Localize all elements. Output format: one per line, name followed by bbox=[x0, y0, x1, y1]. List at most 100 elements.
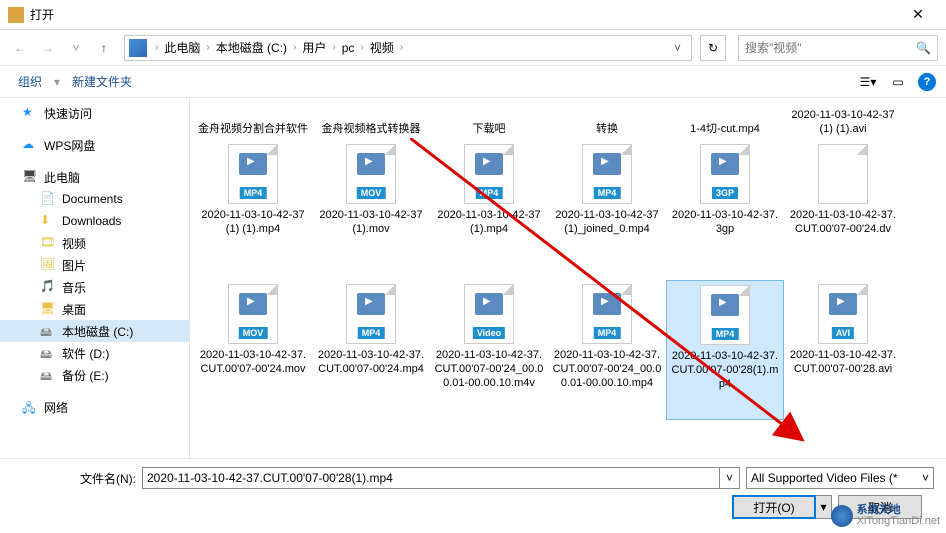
open-button[interactable]: 打开(O) bbox=[732, 495, 816, 519]
file-thumbnail: MP4 bbox=[228, 144, 278, 204]
open-dropdown[interactable]: ▾ bbox=[816, 495, 832, 519]
crumb-users[interactable]: 用户 bbox=[300, 39, 328, 56]
sidebar-network[interactable]: 🖧网络 bbox=[0, 396, 189, 418]
forward-button[interactable]: → bbox=[36, 36, 60, 60]
chevron-right-icon[interactable]: › bbox=[356, 42, 367, 53]
preview-pane-button[interactable]: ▭ bbox=[888, 72, 908, 92]
file-thumbnail: MP4 bbox=[582, 144, 632, 204]
file-item[interactable]: 3GP 2020-11-03-10-42-37.3gp bbox=[666, 140, 784, 280]
sidebar-thispc[interactable]: 🖥 此电脑 bbox=[0, 166, 189, 188]
chevron-right-icon[interactable]: › bbox=[151, 42, 162, 53]
file-item[interactable]: MP4 2020-11-03-10-42-37(1) (1).mp4 bbox=[194, 140, 312, 280]
video-icon bbox=[357, 153, 385, 175]
search-box[interactable]: 🔍 bbox=[738, 35, 938, 61]
file-item[interactable]: MP4 2020-11-03-10-42-37.CUT.00'07-00'28(… bbox=[666, 280, 784, 420]
titlebar: 打开 ✕ bbox=[0, 0, 946, 30]
file-label: 2020-11-03-10-42-37.CUT.00'07-00'28(1).m… bbox=[671, 349, 779, 391]
file-item[interactable]: 下载吧 bbox=[430, 100, 548, 140]
sidebar-label: 此电脑 bbox=[44, 169, 80, 186]
filename-label: 文件名(N): bbox=[12, 470, 142, 487]
location-icon bbox=[129, 39, 147, 57]
newfolder-button[interactable]: 新建文件夹 bbox=[64, 69, 140, 94]
watermark-line2: XiTongTianDi.net bbox=[857, 516, 940, 527]
sidebar-documents[interactable]: 📄Documents bbox=[0, 188, 189, 210]
toolbar-sep: ▾ bbox=[54, 75, 60, 89]
chevron-right-icon[interactable]: › bbox=[328, 42, 339, 53]
file-label: 2020-11-03-10-42-37(1)_joined_0.mp4 bbox=[552, 208, 662, 236]
search-icon[interactable]: 🔍 bbox=[916, 41, 931, 55]
chevron-right-icon[interactable]: › bbox=[396, 42, 407, 53]
file-item[interactable]: MOV 2020-11-03-10-42-37.CUT.00'07-00'24.… bbox=[194, 280, 312, 420]
file-item[interactable]: 金舟视频分割合并软件 bbox=[194, 100, 312, 140]
chevron-right-icon[interactable]: › bbox=[202, 42, 213, 53]
file-item[interactable]: MOV 2020-11-03-10-42-37(1).mov bbox=[312, 140, 430, 280]
app-icon bbox=[8, 7, 24, 23]
file-grid: 金舟视频分割合并软件 金舟视频格式转换器 下载吧 转换 1-4切-cut.mp4… bbox=[194, 100, 942, 420]
file-item[interactable]: 金舟视频格式转换器 bbox=[312, 100, 430, 140]
file-thumbnail: MOV bbox=[346, 144, 396, 204]
sidebar-desktop[interactable]: 🖥桌面 bbox=[0, 298, 189, 320]
filetype-select[interactable]: All Supported Video Files (* ˅ bbox=[746, 467, 934, 489]
sidebar-videos[interactable]: 🎞视频 bbox=[0, 232, 189, 254]
network-icon: 🖧 bbox=[22, 399, 38, 415]
pc-icon: 🖥 bbox=[22, 169, 38, 185]
search-input[interactable] bbox=[745, 41, 916, 55]
video-icon bbox=[239, 153, 267, 175]
filename-input[interactable] bbox=[142, 467, 720, 489]
format-badge: MP4 bbox=[476, 187, 503, 199]
address-bar[interactable]: › 此电脑 › 本地磁盘 (C:) › 用户 › pc › 视频 › ˅ bbox=[124, 35, 692, 61]
file-item[interactable]: MP4 2020-11-03-10-42-37.CUT.00'07-00'24_… bbox=[548, 280, 666, 420]
up-button[interactable]: ↑ bbox=[92, 36, 116, 60]
file-item[interactable]: 2020-11-03-10-42-37.CUT.00'07-00'24.dv bbox=[784, 140, 902, 280]
back-button[interactable]: ← bbox=[8, 36, 32, 60]
format-badge: MP4 bbox=[240, 187, 267, 199]
recent-dropdown[interactable]: ˅ bbox=[64, 36, 88, 60]
view-options-button[interactable]: ☰▾ bbox=[858, 72, 878, 92]
sidebar-downloads[interactable]: ⬇ Downloads bbox=[0, 210, 189, 232]
sidebar-music[interactable]: 🎵音乐 bbox=[0, 276, 189, 298]
file-pane[interactable]: 金舟视频分割合并软件 金舟视频格式转换器 下载吧 转换 1-4切-cut.mp4… bbox=[190, 98, 946, 458]
format-badge: Video bbox=[473, 327, 505, 339]
sidebar-wps[interactable]: ☁WPS网盘 bbox=[0, 134, 189, 156]
format-badge: MOV bbox=[239, 327, 268, 339]
file-item[interactable]: Video 2020-11-03-10-42-37.CUT.00'07-00'2… bbox=[430, 280, 548, 420]
crumb-drive-c[interactable]: 本地磁盘 (C:) bbox=[214, 39, 289, 56]
file-item[interactable]: 1-4切-cut.mp4 bbox=[666, 100, 784, 140]
file-thumbnail: AVI bbox=[818, 284, 868, 344]
watermark-logo-icon bbox=[831, 505, 853, 527]
file-item[interactable]: MP4 2020-11-03-10-42-37(1)_joined_0.mp4 bbox=[548, 140, 666, 280]
file-label: 2020-11-03-10-42-37.CUT.00'07-00'24_00.0… bbox=[434, 348, 544, 390]
filename-dropdown[interactable]: ˅ bbox=[720, 467, 740, 489]
file-item[interactable]: 2020-11-03-10-42-37(1) (1).avi bbox=[784, 100, 902, 140]
refresh-button[interactable]: ↻ bbox=[700, 35, 726, 61]
file-thumbnail: MP4 bbox=[346, 284, 396, 344]
crumb-videos[interactable]: 视频 bbox=[368, 39, 396, 56]
file-item[interactable]: AVI 2020-11-03-10-42-37.CUT.00'07-00'28.… bbox=[784, 280, 902, 420]
sidebar-drive-c[interactable]: 🖴本地磁盘 (C:) bbox=[0, 320, 189, 342]
file-item[interactable]: MP4 2020-11-03-10-42-37(1).mp4 bbox=[430, 140, 548, 280]
file-item[interactable]: 转换 bbox=[548, 100, 666, 140]
drive-icon: 🖴 bbox=[40, 323, 56, 339]
organize-menu[interactable]: 组织 bbox=[10, 69, 50, 94]
pictures-icon: 🖼 bbox=[40, 257, 56, 273]
crumb-thispc[interactable]: 此电脑 bbox=[162, 39, 202, 56]
crumb-pc[interactable]: pc bbox=[340, 41, 357, 55]
star-icon: ★ bbox=[22, 105, 38, 121]
watermark: 系统天地 XiTongTianDi.net bbox=[831, 505, 940, 527]
sidebar-drive-d[interactable]: 🖴软件 (D:) bbox=[0, 342, 189, 364]
file-item[interactable]: MP4 2020-11-03-10-42-37.CUT.00'07-00'24.… bbox=[312, 280, 430, 420]
help-button[interactable]: ? bbox=[918, 73, 936, 91]
format-badge: MP4 bbox=[594, 187, 621, 199]
sidebar-pictures[interactable]: 🖼图片 bbox=[0, 254, 189, 276]
close-button[interactable]: ✕ bbox=[898, 6, 938, 23]
downloads-icon: ⬇ bbox=[40, 213, 56, 229]
sidebar-quick-access[interactable]: ★快速访问 bbox=[0, 102, 189, 124]
format-badge: 3GP bbox=[712, 187, 738, 199]
chevron-right-icon[interactable]: › bbox=[289, 42, 300, 53]
sidebar-label: Downloads bbox=[62, 214, 121, 228]
sidebar-drive-e[interactable]: 🖴备份 (E:) bbox=[0, 364, 189, 386]
navbar: ← → ˅ ↑ › 此电脑 › 本地磁盘 (C:) › 用户 › pc › 视频… bbox=[0, 30, 946, 66]
address-dropdown[interactable]: ˅ bbox=[668, 41, 687, 55]
file-label: 2020-11-03-10-42-37(1) (1).mp4 bbox=[198, 208, 308, 236]
sidebar-label: 音乐 bbox=[62, 279, 86, 296]
